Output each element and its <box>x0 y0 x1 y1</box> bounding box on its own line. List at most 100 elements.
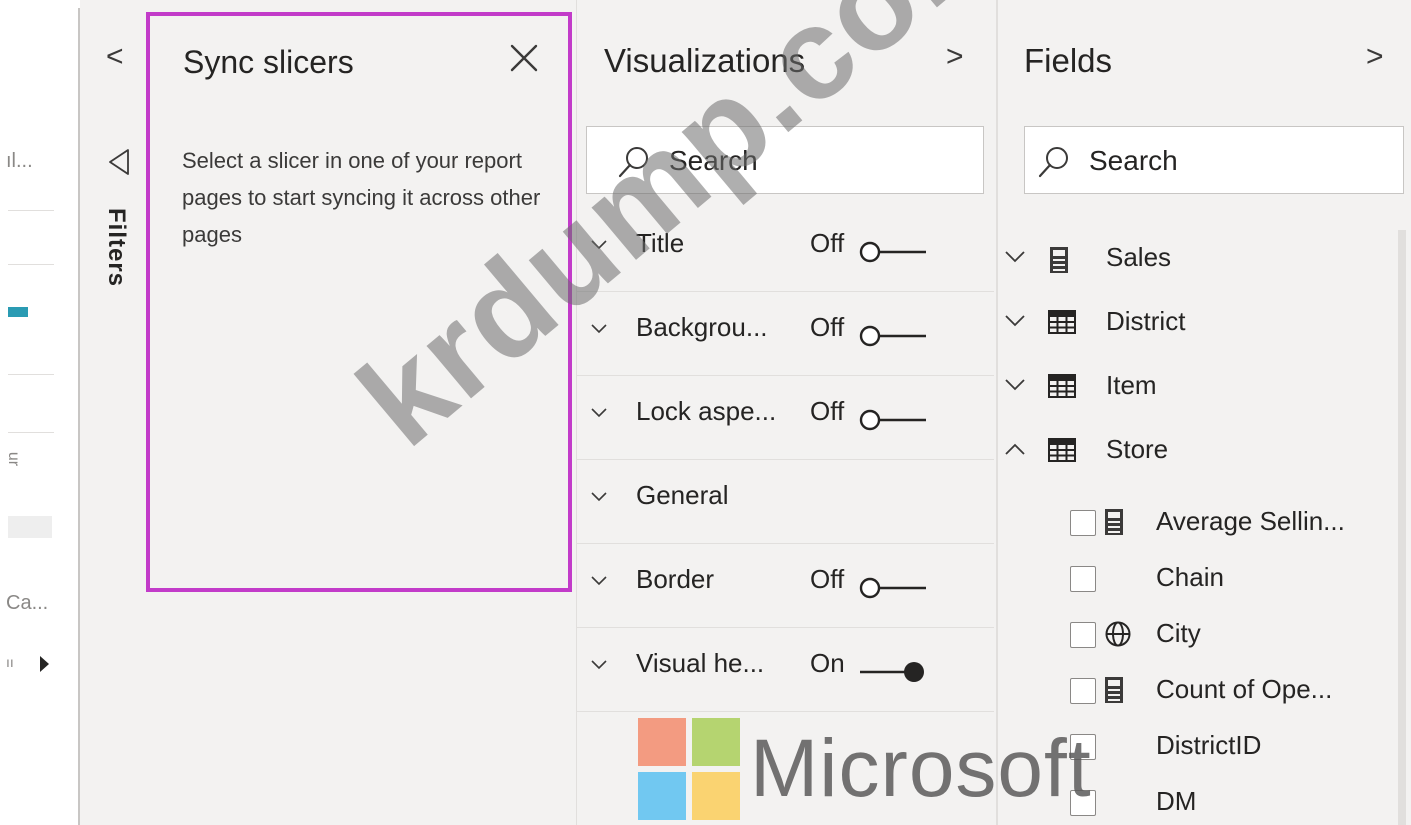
search-placeholder: Search <box>1089 145 1178 176</box>
chevron-down-icon[interactable] <box>590 320 608 338</box>
chevron-down-icon[interactable] <box>590 236 608 254</box>
calculator-icon <box>1104 676 1124 709</box>
toggle-state-label: Off <box>810 396 845 426</box>
field-item[interactable]: DistrictID <box>1068 724 1398 772</box>
sync-slicers-title: Sync slicers <box>183 44 354 80</box>
collapse-chevron-icon[interactable]: < <box>106 40 124 74</box>
chevron-down-icon[interactable] <box>1004 378 1026 397</box>
logo-square <box>692 772 740 820</box>
field-name: DM <box>1156 786 1197 816</box>
table-icon <box>1048 438 1076 467</box>
field-item[interactable]: Average Sellin... <box>1068 500 1398 548</box>
field-table-name: Item <box>1106 370 1157 400</box>
field-table-sales[interactable]: Sales <box>1004 236 1364 284</box>
format-card-label: Border <box>636 564 715 594</box>
field-checkbox[interactable] <box>1070 566 1096 592</box>
toggle-switch[interactable] <box>858 408 928 437</box>
chevron-down-icon[interactable] <box>590 656 608 674</box>
close-icon[interactable] <box>508 42 540 79</box>
field-table-name: Sales <box>1106 242 1172 272</box>
toggle-state-label: On <box>810 648 845 678</box>
format-card-label: General <box>636 480 729 510</box>
canvas-text-snippet: ıl... <box>6 150 33 172</box>
canvas-gray-block <box>8 516 52 538</box>
chevron-down-icon[interactable] <box>590 404 608 422</box>
canvas-teal-bar <box>8 307 28 317</box>
fields-search-input[interactable]: Search <box>1024 126 1404 194</box>
field-name: Count of Ope... <box>1156 674 1333 704</box>
canvas-text-snippet: Ca... <box>6 592 49 614</box>
field-table-item[interactable]: Item <box>1004 364 1364 412</box>
canvas-divider <box>8 264 54 265</box>
canvas-divider <box>8 210 54 211</box>
toggle-state-label: Off <box>810 228 845 258</box>
logo-square <box>692 718 740 766</box>
format-card-label: Lock aspe... <box>636 396 777 426</box>
expand-chevron-icon[interactable]: > <box>946 40 964 74</box>
fields-scrollbar[interactable] <box>1398 230 1406 825</box>
format-card-label: Visual he... <box>636 648 765 678</box>
sync-slicers-message: Select a slicer in one of your report pa… <box>182 148 541 247</box>
field-checkbox[interactable] <box>1070 510 1096 536</box>
chevron-down-icon[interactable] <box>590 572 608 590</box>
canvas-rotated-text: ur <box>5 451 23 467</box>
field-checkbox[interactable] <box>1070 622 1096 648</box>
field-checkbox[interactable] <box>1070 678 1096 704</box>
toggle-state-label: Off <box>810 564 845 594</box>
field-item[interactable]: City <box>1068 612 1398 660</box>
highlight-box <box>146 12 572 592</box>
chevron-down-icon[interactable] <box>590 488 608 506</box>
format-card-label: Backgrou... <box>636 312 768 342</box>
format-card-row[interactable]: Lock aspe... Off <box>576 376 994 460</box>
canvas-text-snippet: ıı <box>6 654 14 670</box>
table-icon <box>1048 310 1076 339</box>
filters-pane: < Filters <box>80 0 152 825</box>
expand-chevron-icon[interactable]: > <box>1366 40 1384 74</box>
search-icon <box>1037 145 1071 184</box>
calculator-icon <box>1104 508 1124 541</box>
field-table-store[interactable]: Store <box>1004 428 1364 476</box>
format-card-row[interactable]: Backgrou... Off <box>576 292 994 376</box>
toggle-switch[interactable] <box>858 240 928 269</box>
field-table-district[interactable]: District <box>1004 300 1364 348</box>
field-name: Chain <box>1156 562 1224 592</box>
globe-icon <box>1104 620 1132 653</box>
microsoft-wordmark: Microsoft <box>750 723 1092 814</box>
chevron-up-icon[interactable] <box>1004 442 1026 461</box>
format-card-row[interactable]: Title Off <box>576 208 994 292</box>
calculator-table-icon <box>1048 246 1070 279</box>
toggle-state-label: Off <box>810 312 845 342</box>
field-name: Average Sellin... <box>1156 506 1345 536</box>
field-item[interactable]: Chain <box>1068 556 1398 604</box>
search-placeholder: Search <box>669 145 758 176</box>
field-name: DistrictID <box>1156 730 1262 760</box>
chevron-down-icon[interactable] <box>1004 314 1026 333</box>
field-table-name: Store <box>1106 434 1169 464</box>
logo-square <box>638 718 686 766</box>
play-triangle-icon[interactable] <box>40 656 49 672</box>
logo-square <box>638 772 686 820</box>
search-icon <box>617 145 651 184</box>
format-card-label: Title <box>636 228 685 258</box>
table-icon <box>1048 374 1076 403</box>
chevron-down-icon[interactable] <box>1004 250 1026 269</box>
format-card-row[interactable]: Border Off <box>576 544 994 628</box>
toggle-switch[interactable] <box>858 660 928 689</box>
format-card-row[interactable]: Visual he... On <box>576 628 994 712</box>
fields-title: Fields <box>1024 42 1113 79</box>
microsoft-logo-icon <box>638 718 740 820</box>
field-table-name: District <box>1106 306 1186 336</box>
format-card-row[interactable]: General <box>576 460 994 544</box>
field-name: City <box>1156 618 1201 648</box>
visualizations-search-input[interactable]: Search <box>586 126 984 194</box>
canvas-divider <box>8 432 54 433</box>
filters-label[interactable]: Filters <box>102 208 130 287</box>
field-item[interactable]: Count of Ope... <box>1068 668 1398 716</box>
report-canvas-strip: ıl... ur Ca... ıı <box>0 0 78 825</box>
funnel-icon[interactable] <box>108 148 130 181</box>
field-item[interactable]: DM <box>1068 780 1398 825</box>
toggle-switch[interactable] <box>858 324 928 353</box>
visualizations-title: Visualizations <box>604 42 806 79</box>
toggle-switch[interactable] <box>858 576 928 605</box>
canvas-divider <box>8 374 54 375</box>
